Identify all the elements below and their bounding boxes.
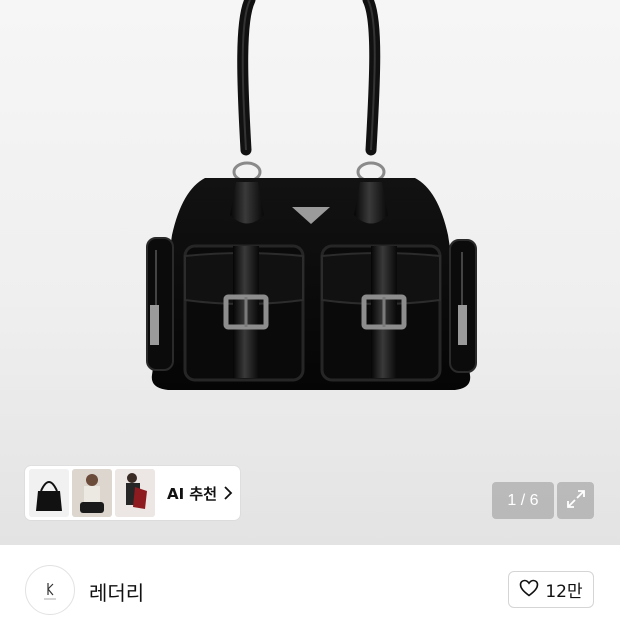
- red-bag-thumbnail[interactable]: [115, 469, 155, 517]
- brand-name[interactable]: 레더리: [89, 577, 144, 606]
- chevron-right-icon: [223, 486, 233, 500]
- expand-arrows-icon: [565, 488, 587, 514]
- product-image-area[interactable]: AI 추천 1 / 6: [0, 0, 620, 545]
- model-photo-thumbnail[interactable]: [72, 469, 112, 517]
- heart-outline-icon: [519, 579, 539, 601]
- brand-bar: 레더리 12만: [0, 545, 620, 620]
- ai-recommend-label[interactable]: AI 추천: [167, 483, 217, 504]
- handbag-photo: [146, 0, 477, 390]
- like-button[interactable]: 12만: [508, 571, 594, 608]
- brand-logo-icon[interactable]: [25, 565, 75, 615]
- expand-image-button[interactable]: [557, 482, 594, 519]
- black-bag-thumbnail[interactable]: [29, 469, 69, 517]
- image-page-counter: 1 / 6: [492, 482, 554, 519]
- like-count: 12만: [545, 582, 583, 602]
- ai-recommend-strip[interactable]: AI 추천: [25, 466, 240, 520]
